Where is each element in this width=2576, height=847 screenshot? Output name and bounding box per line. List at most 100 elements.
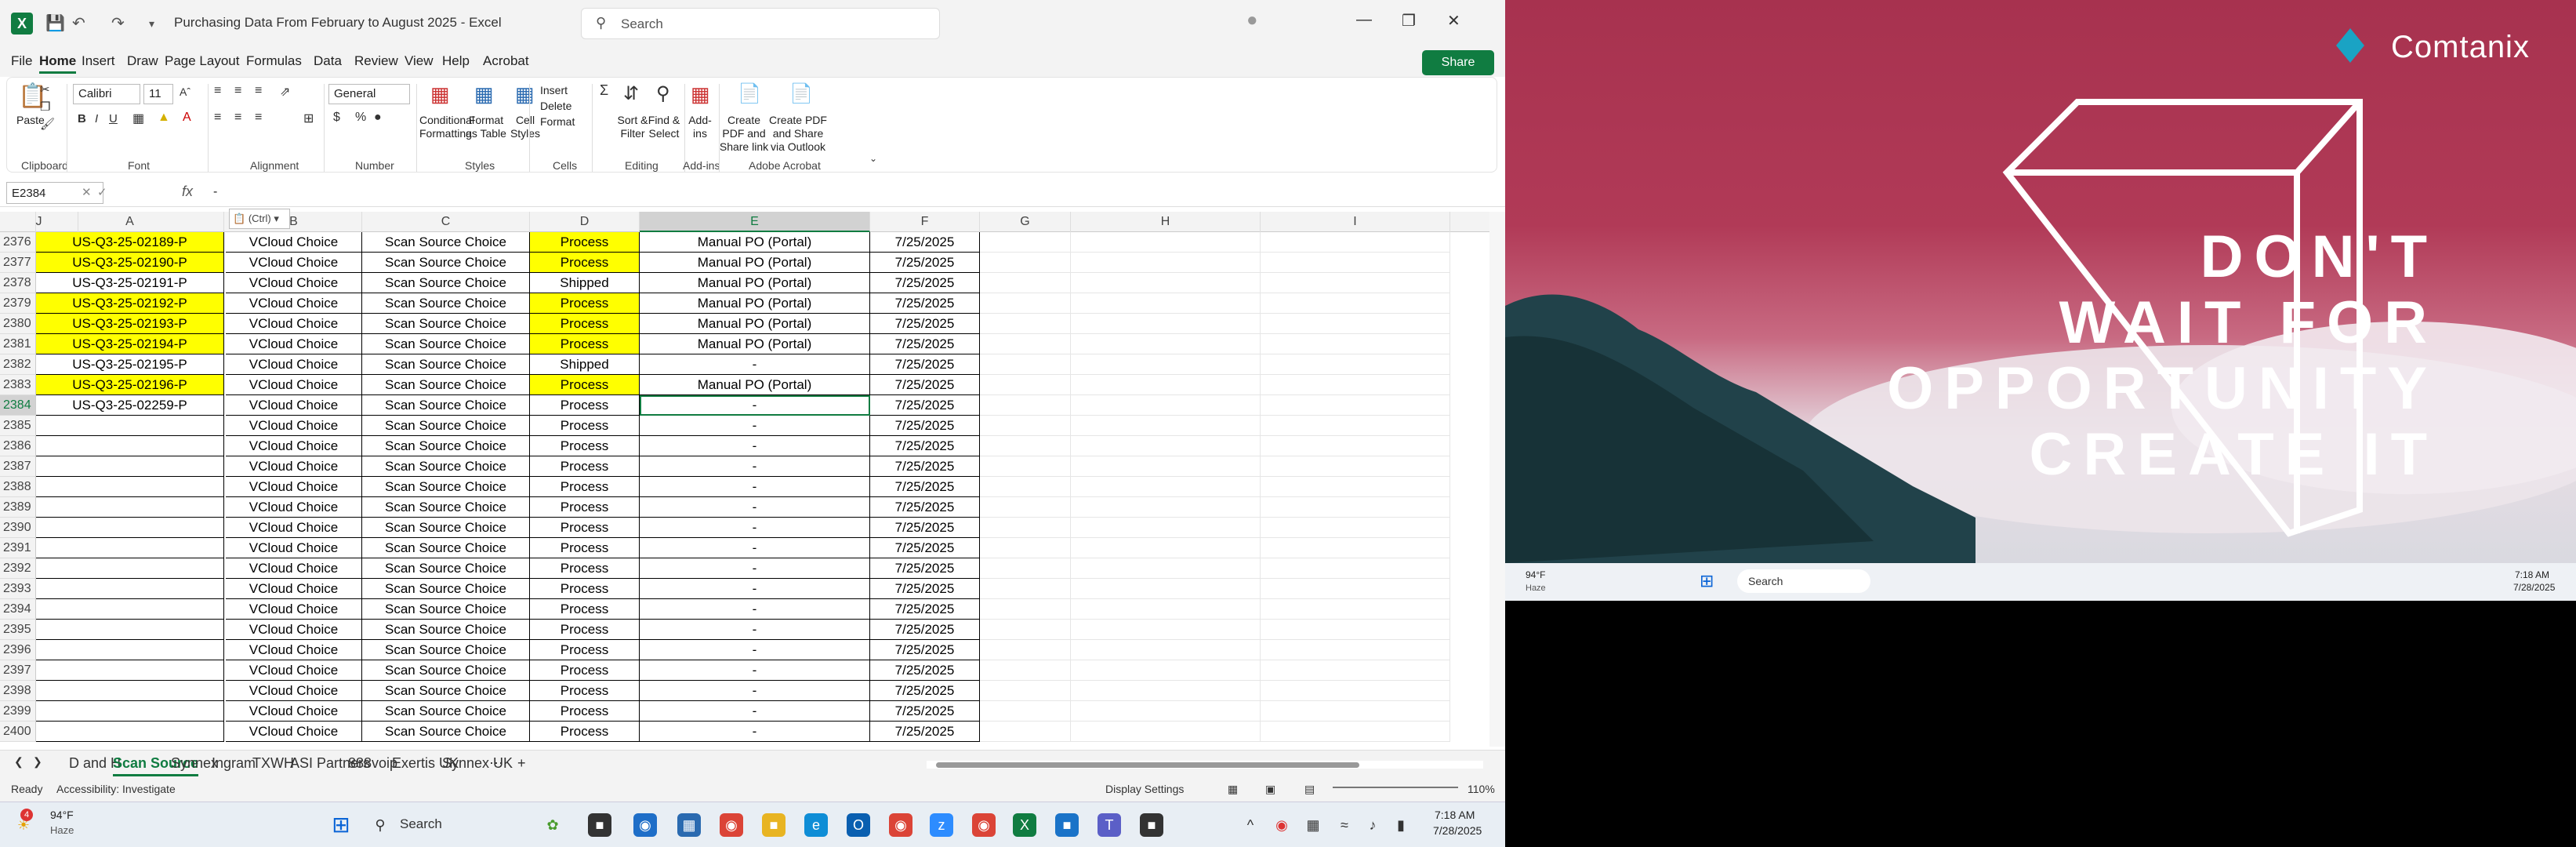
cell-f[interactable]: 7/25/2025 bbox=[870, 579, 980, 599]
cell-e[interactable]: - bbox=[640, 599, 870, 620]
cell-b[interactable]: VCloud Choice bbox=[226, 375, 362, 395]
cell-d[interactable]: Process bbox=[530, 232, 640, 253]
row-header[interactable]: 2394 bbox=[0, 599, 36, 620]
row-header[interactable]: 2389 bbox=[0, 497, 36, 518]
cell-a[interactable] bbox=[36, 681, 224, 701]
cell-e[interactable]: - bbox=[640, 477, 870, 497]
cell-c[interactable]: Scan Source Choice bbox=[362, 334, 530, 354]
edge-icon[interactable]: e bbox=[804, 813, 828, 837]
empty-cell[interactable] bbox=[1071, 232, 1261, 253]
row-header[interactable]: 2393 bbox=[0, 579, 36, 599]
cell-f[interactable]: 7/25/2025 bbox=[870, 620, 980, 640]
empty-cell[interactable] bbox=[980, 395, 1071, 416]
row-header[interactable]: 2377 bbox=[0, 253, 36, 273]
cell-e[interactable]: - bbox=[640, 538, 870, 558]
cell-f[interactable]: 7/25/2025 bbox=[870, 293, 980, 314]
column-header-c[interactable]: C bbox=[362, 212, 530, 232]
cell-b[interactable]: VCloud Choice bbox=[226, 395, 362, 416]
cell-f[interactable]: 7/25/2025 bbox=[870, 334, 980, 354]
cell-f[interactable]: 7/25/2025 bbox=[870, 701, 980, 722]
create-pdf-outlook-button[interactable]: Create PDF and Share via Outlook bbox=[769, 114, 827, 154]
collapse-ribbon-icon[interactable]: ⌄ bbox=[869, 153, 877, 164]
cell-d[interactable]: Process bbox=[530, 518, 640, 538]
windows-start-icon-2[interactable]: ⊞ bbox=[1700, 571, 1714, 591]
customize-toolbar-icon[interactable]: ▾ bbox=[149, 13, 154, 35]
cell-a[interactable]: US-Q3-25-02190-P bbox=[36, 253, 224, 273]
cell-d[interactable]: Process bbox=[530, 334, 640, 354]
tab-acrobat[interactable]: Acrobat bbox=[483, 53, 529, 69]
row-header[interactable]: 2400 bbox=[0, 722, 36, 742]
vertical-scrollbar[interactable] bbox=[1489, 212, 1505, 747]
cell-f[interactable]: 7/25/2025 bbox=[870, 518, 980, 538]
tab-file[interactable]: File bbox=[11, 53, 32, 69]
cell-d[interactable]: Process bbox=[530, 660, 640, 681]
empty-cell[interactable] bbox=[1261, 273, 1450, 293]
empty-cell[interactable] bbox=[1261, 293, 1450, 314]
cell-a[interactable]: US-Q3-25-02195-P bbox=[36, 354, 224, 375]
sheet-tab-888voip[interactable]: 888voip bbox=[348, 755, 397, 772]
align-bottom-icon[interactable]: ≡ bbox=[255, 84, 262, 98]
cell-d[interactable]: Process bbox=[530, 456, 640, 477]
tab-insert[interactable]: Insert bbox=[82, 53, 115, 69]
empty-cell[interactable] bbox=[1071, 253, 1261, 273]
cell-b[interactable]: VCloud Choice bbox=[226, 518, 362, 538]
empty-cell[interactable] bbox=[980, 456, 1071, 477]
cell-a[interactable]: US-Q3-25-02192-P bbox=[36, 293, 224, 314]
autosum-icon[interactable]: Σ bbox=[600, 82, 608, 99]
page-layout-view-icon[interactable]: ▣ bbox=[1265, 783, 1275, 796]
column-header-f[interactable]: F bbox=[870, 212, 980, 232]
row-header[interactable]: 2390 bbox=[0, 518, 36, 538]
underline-icon[interactable]: U bbox=[109, 112, 118, 125]
format-painter-icon[interactable]: 🖌 bbox=[40, 117, 55, 131]
empty-cell[interactable] bbox=[980, 599, 1071, 620]
cell-b[interactable]: VCloud Choice bbox=[226, 701, 362, 722]
cell-f[interactable]: 7/25/2025 bbox=[870, 640, 980, 660]
zoom-app-icon[interactable]: z bbox=[930, 813, 953, 837]
format-as-table-button[interactable]: Format as Table bbox=[465, 114, 507, 140]
find-select-button[interactable]: Find & Select bbox=[647, 114, 681, 140]
cell-e[interactable]: - bbox=[640, 620, 870, 640]
create-pdf-outlook-icon[interactable]: 📄 bbox=[789, 82, 813, 105]
worksheet-grid[interactable]: ABCDEFGHIJ 2376 US-Q3-25-02189-P VCloud Ch… bbox=[0, 212, 1489, 747]
cell-d[interactable]: Shipped bbox=[530, 273, 640, 293]
cell-a[interactable] bbox=[36, 477, 224, 497]
cell-c[interactable]: Scan Source Choice bbox=[362, 416, 530, 436]
cell-b[interactable]: VCloud Choice bbox=[226, 334, 362, 354]
empty-cell[interactable] bbox=[980, 293, 1071, 314]
cell-c[interactable]: Scan Source Choice bbox=[362, 273, 530, 293]
empty-cell[interactable] bbox=[1261, 518, 1450, 538]
align-center-icon[interactable]: ≡ bbox=[234, 111, 241, 125]
empty-cell[interactable] bbox=[1071, 538, 1261, 558]
cell-b[interactable]: VCloud Choice bbox=[226, 314, 362, 334]
empty-cell[interactable] bbox=[980, 579, 1071, 599]
column-header-j[interactable]: J bbox=[0, 212, 78, 232]
insert-function-icon[interactable]: fx bbox=[182, 184, 193, 200]
cell-b[interactable]: VCloud Choice bbox=[226, 558, 362, 579]
cell-c[interactable]: Scan Source Choice bbox=[362, 436, 530, 456]
insert-cells-button[interactable]: Insert bbox=[540, 84, 568, 97]
empty-cell[interactable] bbox=[1071, 395, 1261, 416]
tab-home[interactable]: Home bbox=[39, 53, 77, 74]
cell-e[interactable]: - bbox=[640, 558, 870, 579]
delete-cells-button[interactable]: Delete bbox=[540, 100, 571, 113]
cell-b[interactable]: VCloud Choice bbox=[226, 477, 362, 497]
show-hidden-icons[interactable]: ^ bbox=[1239, 813, 1262, 837]
empty-cell[interactable] bbox=[1071, 354, 1261, 375]
cell-d[interactable]: Process bbox=[530, 314, 640, 334]
empty-cell[interactable] bbox=[980, 354, 1071, 375]
tab-page-layout[interactable]: Page Layout bbox=[165, 53, 239, 69]
create-pdf-share-link-button[interactable]: Create PDF and Share link bbox=[719, 114, 769, 154]
horizontal-scrollbar[interactable] bbox=[927, 761, 1483, 769]
fill-color-icon[interactable]: ▲ bbox=[158, 111, 170, 125]
empty-cell[interactable] bbox=[1261, 579, 1450, 599]
cell-c[interactable]: Scan Source Choice bbox=[362, 579, 530, 599]
cell-b[interactable]: VCloud Choice bbox=[226, 293, 362, 314]
chrome-profile-icon[interactable]: ◉ bbox=[889, 813, 912, 837]
cell-c[interactable]: Scan Source Choice bbox=[362, 375, 530, 395]
empty-cell[interactable] bbox=[1261, 701, 1450, 722]
row-header[interactable]: 2391 bbox=[0, 538, 36, 558]
cell-b[interactable]: VCloud Choice bbox=[226, 599, 362, 620]
cell-b[interactable]: VCloud Choice bbox=[226, 436, 362, 456]
empty-cell[interactable] bbox=[1071, 518, 1261, 538]
empty-cell[interactable] bbox=[1261, 253, 1450, 273]
